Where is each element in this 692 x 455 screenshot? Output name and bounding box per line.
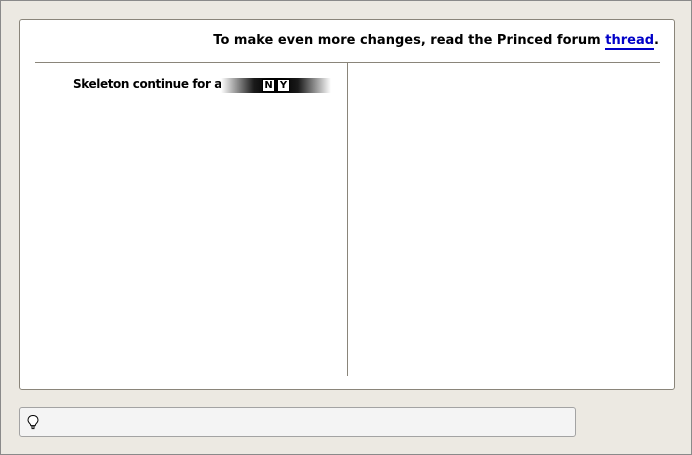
- options-panel: To make even more changes, read the Prin…: [19, 19, 675, 390]
- app-window: To make even more changes, read the Prin…: [0, 0, 692, 455]
- column-divider: [347, 63, 348, 376]
- header-text: To make even more changes, read the Prin…: [213, 33, 606, 48]
- no-button[interactable]: N: [262, 79, 275, 92]
- status-bar: [19, 407, 576, 437]
- info-header: To make even more changes, read the Prin…: [213, 33, 659, 50]
- lightbulb-icon: [27, 414, 39, 430]
- header-suffix: .: [654, 33, 659, 48]
- forum-thread-link[interactable]: thread: [605, 33, 655, 50]
- skeleton-continue-label: Skeleton continue for all:: [73, 77, 234, 91]
- skeleton-continue-toggle: N Y: [221, 78, 331, 93]
- yes-button[interactable]: Y: [277, 79, 290, 92]
